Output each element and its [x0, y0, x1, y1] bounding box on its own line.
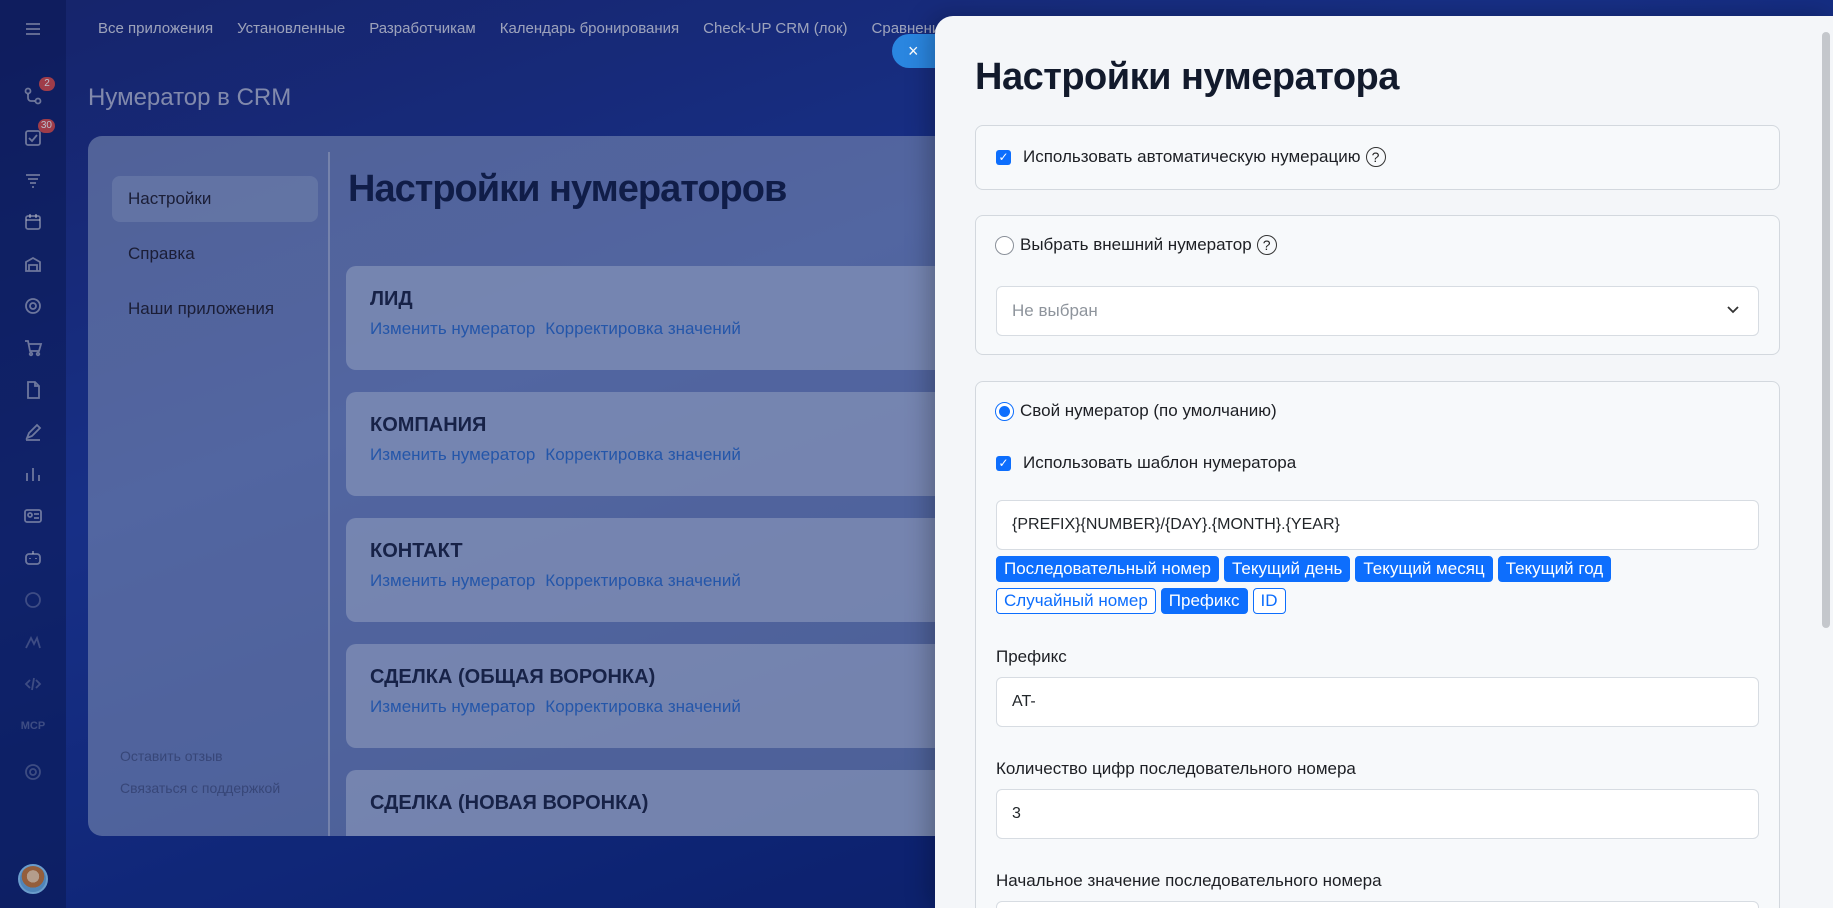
app-menu: Настройки Справка Наши приложения [112, 176, 318, 341]
chevron-down-icon [1727, 306, 1739, 314]
digits-label: Количество цифр последовательного номера [996, 759, 1356, 778]
prefix-input[interactable]: AT- [996, 677, 1759, 727]
section-heading: Настройки нумераторов [348, 168, 787, 210]
left-sidebar: 2 30 MCP [0, 0, 66, 908]
menu-item-our-apps[interactable]: Наши приложения [112, 286, 318, 332]
entity-name: СДЕЛКА (НОВАЯ ВОРОНКА) [370, 792, 649, 814]
external-numerator-box: Выбрать внешний нумератор ? Не выбран [975, 215, 1780, 355]
help-icon[interactable]: ? [1365, 147, 1386, 167]
prefix-label: Префикс [996, 647, 1067, 666]
tag-current-month[interactable]: Текущий месяц [1355, 556, 1493, 582]
filter-icon[interactable] [20, 167, 46, 193]
template-tags-row-2: Случайный номер Префикс ID [996, 588, 1286, 614]
topnav-item-checkup-crm[interactable]: Check-UP CRM (лок) [703, 20, 847, 40]
start-value-label: Начальное значение последовательного ном… [996, 871, 1382, 890]
code-icon[interactable] [20, 671, 46, 697]
topnav-item-booking-calendar[interactable]: Календарь бронирования [500, 20, 679, 40]
topnav-item-developers[interactable]: Разработчикам [369, 20, 475, 40]
activity-badge: 2 [39, 77, 55, 91]
robot-icon[interactable] [20, 545, 46, 571]
edit-icon[interactable] [20, 419, 46, 445]
own-numerator-label: Свой нумератор (по умолчанию) [1020, 401, 1277, 420]
mcp-icon[interactable]: MCP [20, 713, 46, 739]
external-numerator-label: Выбрать внешний нумератор [1020, 235, 1252, 254]
menu-item-settings[interactable]: Настройки [112, 176, 318, 222]
feedback-link[interactable]: Оставить отзыв [120, 748, 223, 764]
own-numerator-radio[interactable] [995, 401, 1014, 421]
tag-current-day[interactable]: Текущий день [1224, 556, 1351, 582]
numerator-settings-panel: Настройки нумератора ✓ Использовать авто… [935, 16, 1833, 908]
chart-icon[interactable] [20, 461, 46, 487]
contacts-icon[interactable] [20, 503, 46, 529]
tag-id[interactable]: ID [1252, 588, 1286, 614]
tag-current-year[interactable]: Текущий год [1497, 556, 1612, 582]
cart-icon[interactable] [20, 335, 46, 361]
select-placeholder: Не выбран [1012, 301, 1098, 320]
correct-values-link[interactable]: Корректировка значений [545, 319, 741, 339]
page-title: Нумератор в CRM [88, 84, 292, 111]
auto-numbering-checkbox[interactable]: ✓ [996, 149, 1011, 165]
tasks-badge: 30 [37, 119, 55, 133]
external-numerator-radio[interactable] [995, 235, 1014, 255]
top-navigation: Все приложения Установленные Разработчик… [98, 20, 940, 40]
change-numerator-link[interactable]: Изменить нумератор [370, 697, 535, 717]
change-numerator-link[interactable]: Изменить нумератор [370, 445, 535, 465]
entity-name: КОМПАНИЯ [370, 414, 487, 436]
digits-value: 3 [1012, 805, 1021, 822]
external-numerator-select[interactable]: Не выбран [996, 286, 1759, 336]
menu-icon[interactable] [20, 16, 46, 42]
settings-icon[interactable] [20, 759, 46, 785]
topnav-item-all-apps[interactable]: Все приложения [98, 20, 213, 40]
activity-icon[interactable]: 2 [20, 77, 55, 109]
app-card: Настройки Справка Наши приложения Остави… [88, 136, 968, 836]
tag-prefix[interactable]: Префикс [1160, 588, 1248, 614]
menu-item-help[interactable]: Справка [112, 231, 318, 277]
document-icon[interactable] [20, 377, 46, 403]
panel-title: Настройки нумератора [975, 56, 1399, 98]
prefix-value: AT- [1012, 693, 1036, 710]
entity-name: СДЕЛКА (ОБЩАЯ ВОРОНКА) [370, 666, 656, 688]
use-template-checkbox[interactable]: ✓ [996, 455, 1011, 471]
auto-numbering-label: Использовать автоматическую нумерацию [1023, 147, 1361, 166]
digits-input[interactable]: 3 [996, 789, 1759, 839]
entity-card-deal-general: СДЕЛКА (ОБЩАЯ ВОРОНКА) Изменить нумерато… [346, 644, 968, 748]
entity-name: ЛИД [370, 288, 413, 310]
start-value-input[interactable]: 1 [996, 901, 1759, 908]
change-numerator-link[interactable]: Изменить нумератор [370, 571, 535, 591]
correct-values-link[interactable]: Корректировка значений [545, 445, 741, 465]
entity-card-lead: ЛИД Изменить нумератор Корректировка зна… [346, 266, 968, 370]
target-icon[interactable] [20, 293, 46, 319]
warehouse-icon[interactable] [20, 251, 46, 277]
help-icon[interactable]: ? [1256, 235, 1277, 255]
correct-values-link[interactable]: Корректировка значений [545, 571, 741, 591]
divider [328, 152, 330, 836]
entity-card-company: КОМПАНИЯ Изменить нумератор Корректировк… [346, 392, 968, 496]
template-input[interactable]: {PREFIX}{NUMBER}/{DAY}.{MONTH}.{YEAR} [996, 500, 1759, 550]
tag-random-number[interactable]: Случайный номер [996, 588, 1156, 614]
entity-card-contact: КОНТАКТ Изменить нумератор Корректировка… [346, 518, 968, 622]
tag-sequential-number[interactable]: Последовательный номер [996, 556, 1219, 582]
help-icon[interactable] [20, 587, 46, 613]
own-numerator-box: Свой нумератор (по умолчанию) ✓ Использо… [975, 381, 1780, 908]
calendar-icon[interactable] [20, 209, 46, 235]
close-icon: × [908, 40, 919, 61]
entity-name: КОНТАКТ [370, 540, 463, 562]
entity-card-deal-new: СДЕЛКА (НОВАЯ ВОРОНКА) [346, 770, 968, 836]
change-numerator-link[interactable]: Изменить нумератор [370, 319, 535, 339]
topnav-item-installed[interactable]: Установленные [237, 20, 345, 40]
tasks-icon[interactable]: 30 [20, 119, 55, 151]
scrollbar[interactable] [1822, 32, 1830, 628]
template-tags-row-1: Последовательный номер Текущий день Теку… [996, 556, 1612, 582]
support-link[interactable]: Связаться с поддержкой [120, 780, 280, 796]
brand-icon[interactable] [20, 629, 46, 655]
user-avatar[interactable] [18, 864, 48, 894]
template-value: {PREFIX}{NUMBER}/{DAY}.{MONTH}.{YEAR} [1012, 516, 1340, 533]
auto-numbering-box: ✓ Использовать автоматическую нумерацию … [975, 125, 1780, 190]
correct-values-link[interactable]: Корректировка значений [545, 697, 741, 717]
use-template-label: Использовать шаблон нумератора [1023, 453, 1297, 472]
